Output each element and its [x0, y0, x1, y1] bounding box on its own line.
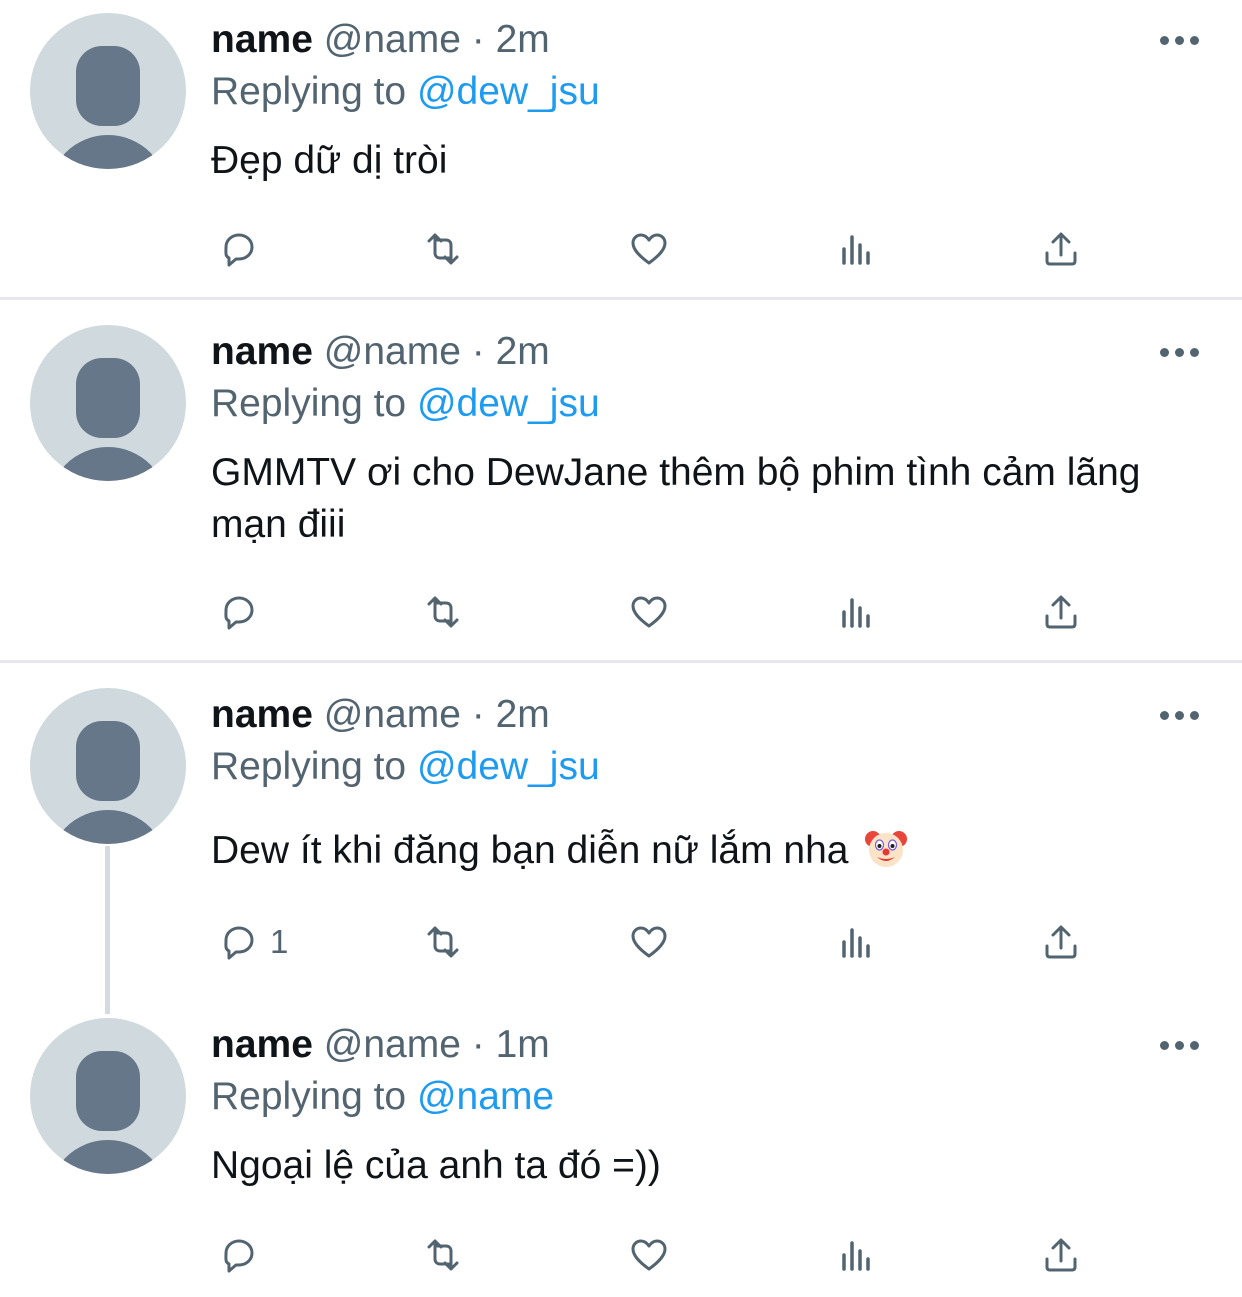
replying-to: Replying to @dew_jsu — [211, 378, 600, 430]
share-upload-icon — [1045, 232, 1077, 266]
more-options-icon[interactable] — [1158, 709, 1202, 721]
tweet[interactable]: name @name · 2m Replying to @dew_jsu Dew… — [0, 663, 1242, 1008]
reply-button[interactable] — [212, 221, 270, 277]
tweet-header: name @name · 2m — [211, 14, 550, 66]
avatar[interactable] — [30, 13, 186, 169]
action-bar — [0, 584, 1242, 640]
display-name[interactable]: name — [211, 18, 313, 61]
tweet-header: name @name · 2m — [211, 326, 550, 378]
replying-to: Replying to @dew_jsu — [211, 741, 600, 793]
tweet[interactable]: name @name · 2m Replying to @dew_jsu GMM… — [0, 300, 1242, 660]
like-heart-icon — [631, 1239, 667, 1271]
views-bar-chart-icon — [842, 598, 870, 628]
replying-prefix: Replying to — [211, 1075, 407, 1118]
action-bar: 1 — [0, 914, 1242, 970]
views-button[interactable] — [830, 221, 882, 277]
retweet-icon — [427, 233, 459, 265]
avatar[interactable] — [30, 325, 186, 481]
separator: · — [471, 330, 485, 373]
replying-prefix: Replying to — [211, 745, 407, 788]
more-options-icon[interactable] — [1158, 1039, 1202, 1051]
replying-prefix: Replying to — [211, 382, 407, 425]
timestamp[interactable]: 1m — [496, 1023, 550, 1066]
reply-icon — [224, 596, 254, 630]
timestamp[interactable]: 2m — [496, 330, 550, 373]
replying-prefix: Replying to — [211, 70, 407, 113]
reply-icon — [224, 1239, 254, 1273]
retweet-button[interactable] — [417, 584, 469, 640]
tweet[interactable]: name @name · 1m Replying to @name Ngoại … — [0, 1008, 1242, 1297]
share-button[interactable] — [1035, 1227, 1087, 1283]
tweet-text: GMMTV ơi cho DewJane thêm bộ phim tình c… — [211, 451, 1141, 546]
retweet-button[interactable] — [417, 914, 469, 970]
mention-link[interactable]: @dew_jsu — [417, 70, 600, 113]
retweet-button[interactable] — [417, 1227, 469, 1283]
like-button[interactable] — [623, 1227, 675, 1283]
avatar[interactable] — [30, 1018, 186, 1174]
tweet-header: name @name · 1m — [211, 1019, 550, 1071]
share-upload-icon — [1045, 595, 1077, 629]
mention-link[interactable]: @dew_jsu — [417, 745, 600, 788]
like-heart-icon — [631, 233, 667, 265]
action-bar — [0, 221, 1242, 277]
tweet-header: name @name · 2m — [211, 689, 550, 741]
like-button[interactable] — [623, 914, 675, 970]
more-options-icon[interactable] — [1158, 346, 1202, 358]
display-name[interactable]: name — [211, 1023, 313, 1066]
share-button[interactable] — [1035, 221, 1087, 277]
reply-button[interactable] — [212, 1227, 270, 1283]
reply-icon — [224, 233, 254, 267]
mention-link[interactable]: @name — [417, 1075, 554, 1118]
like-button[interactable] — [623, 584, 675, 640]
retweet-icon — [427, 1239, 459, 1271]
separator: · — [471, 1023, 485, 1066]
like-button[interactable] — [623, 221, 675, 277]
tweet-text: Dew ít khi đăng bạn diễn nữ lắm nha — [211, 825, 1201, 877]
like-heart-icon — [631, 926, 667, 958]
timestamp[interactable]: 2m — [496, 693, 550, 736]
tweet-text-content: Dew ít khi đăng bạn diễn nữ lắm nha — [211, 829, 849, 872]
separator: · — [471, 693, 485, 736]
views-bar-chart-icon — [842, 235, 870, 265]
views-button[interactable] — [830, 914, 882, 970]
display-name[interactable]: name — [211, 693, 313, 736]
avatar[interactable] — [30, 688, 186, 844]
share-upload-icon — [1045, 1238, 1077, 1272]
views-button[interactable] — [830, 1227, 882, 1283]
more-options-icon[interactable] — [1158, 34, 1202, 46]
retweet-icon — [427, 926, 459, 958]
like-heart-icon — [631, 596, 667, 628]
views-bar-chart-icon — [842, 1241, 870, 1271]
action-bar — [0, 1227, 1242, 1283]
retweet-icon — [427, 596, 459, 628]
tweet-text: Đẹp dữ dị tròi — [211, 139, 448, 182]
reply-button[interactable]: 1 — [212, 914, 288, 970]
views-bar-chart-icon — [842, 928, 870, 958]
reply-count: 1 — [270, 923, 289, 960]
handle[interactable]: @name — [324, 18, 461, 61]
reply-icon — [224, 926, 254, 960]
handle[interactable]: @name — [324, 1023, 461, 1066]
share-button[interactable] — [1035, 914, 1087, 970]
retweet-button[interactable] — [417, 221, 469, 277]
reply-button[interactable] — [212, 584, 270, 640]
tweet-text: Ngoại lệ của anh ta đó =)) — [211, 1144, 661, 1187]
clown-face-emoji-icon — [865, 831, 908, 867]
timestamp[interactable]: 2m — [496, 18, 550, 61]
tweet[interactable]: name @name · 2m Replying to @dew_jsu Đẹp… — [0, 0, 1242, 298]
replying-to: Replying to @name — [211, 1071, 554, 1123]
mention-link[interactable]: @dew_jsu — [417, 382, 600, 425]
share-upload-icon — [1045, 925, 1077, 959]
display-name[interactable]: name — [211, 330, 313, 373]
handle[interactable]: @name — [324, 693, 461, 736]
separator: · — [471, 18, 485, 61]
handle[interactable]: @name — [324, 330, 461, 373]
share-button[interactable] — [1035, 584, 1087, 640]
replying-to: Replying to @dew_jsu — [211, 66, 600, 118]
views-button[interactable] — [830, 584, 882, 640]
